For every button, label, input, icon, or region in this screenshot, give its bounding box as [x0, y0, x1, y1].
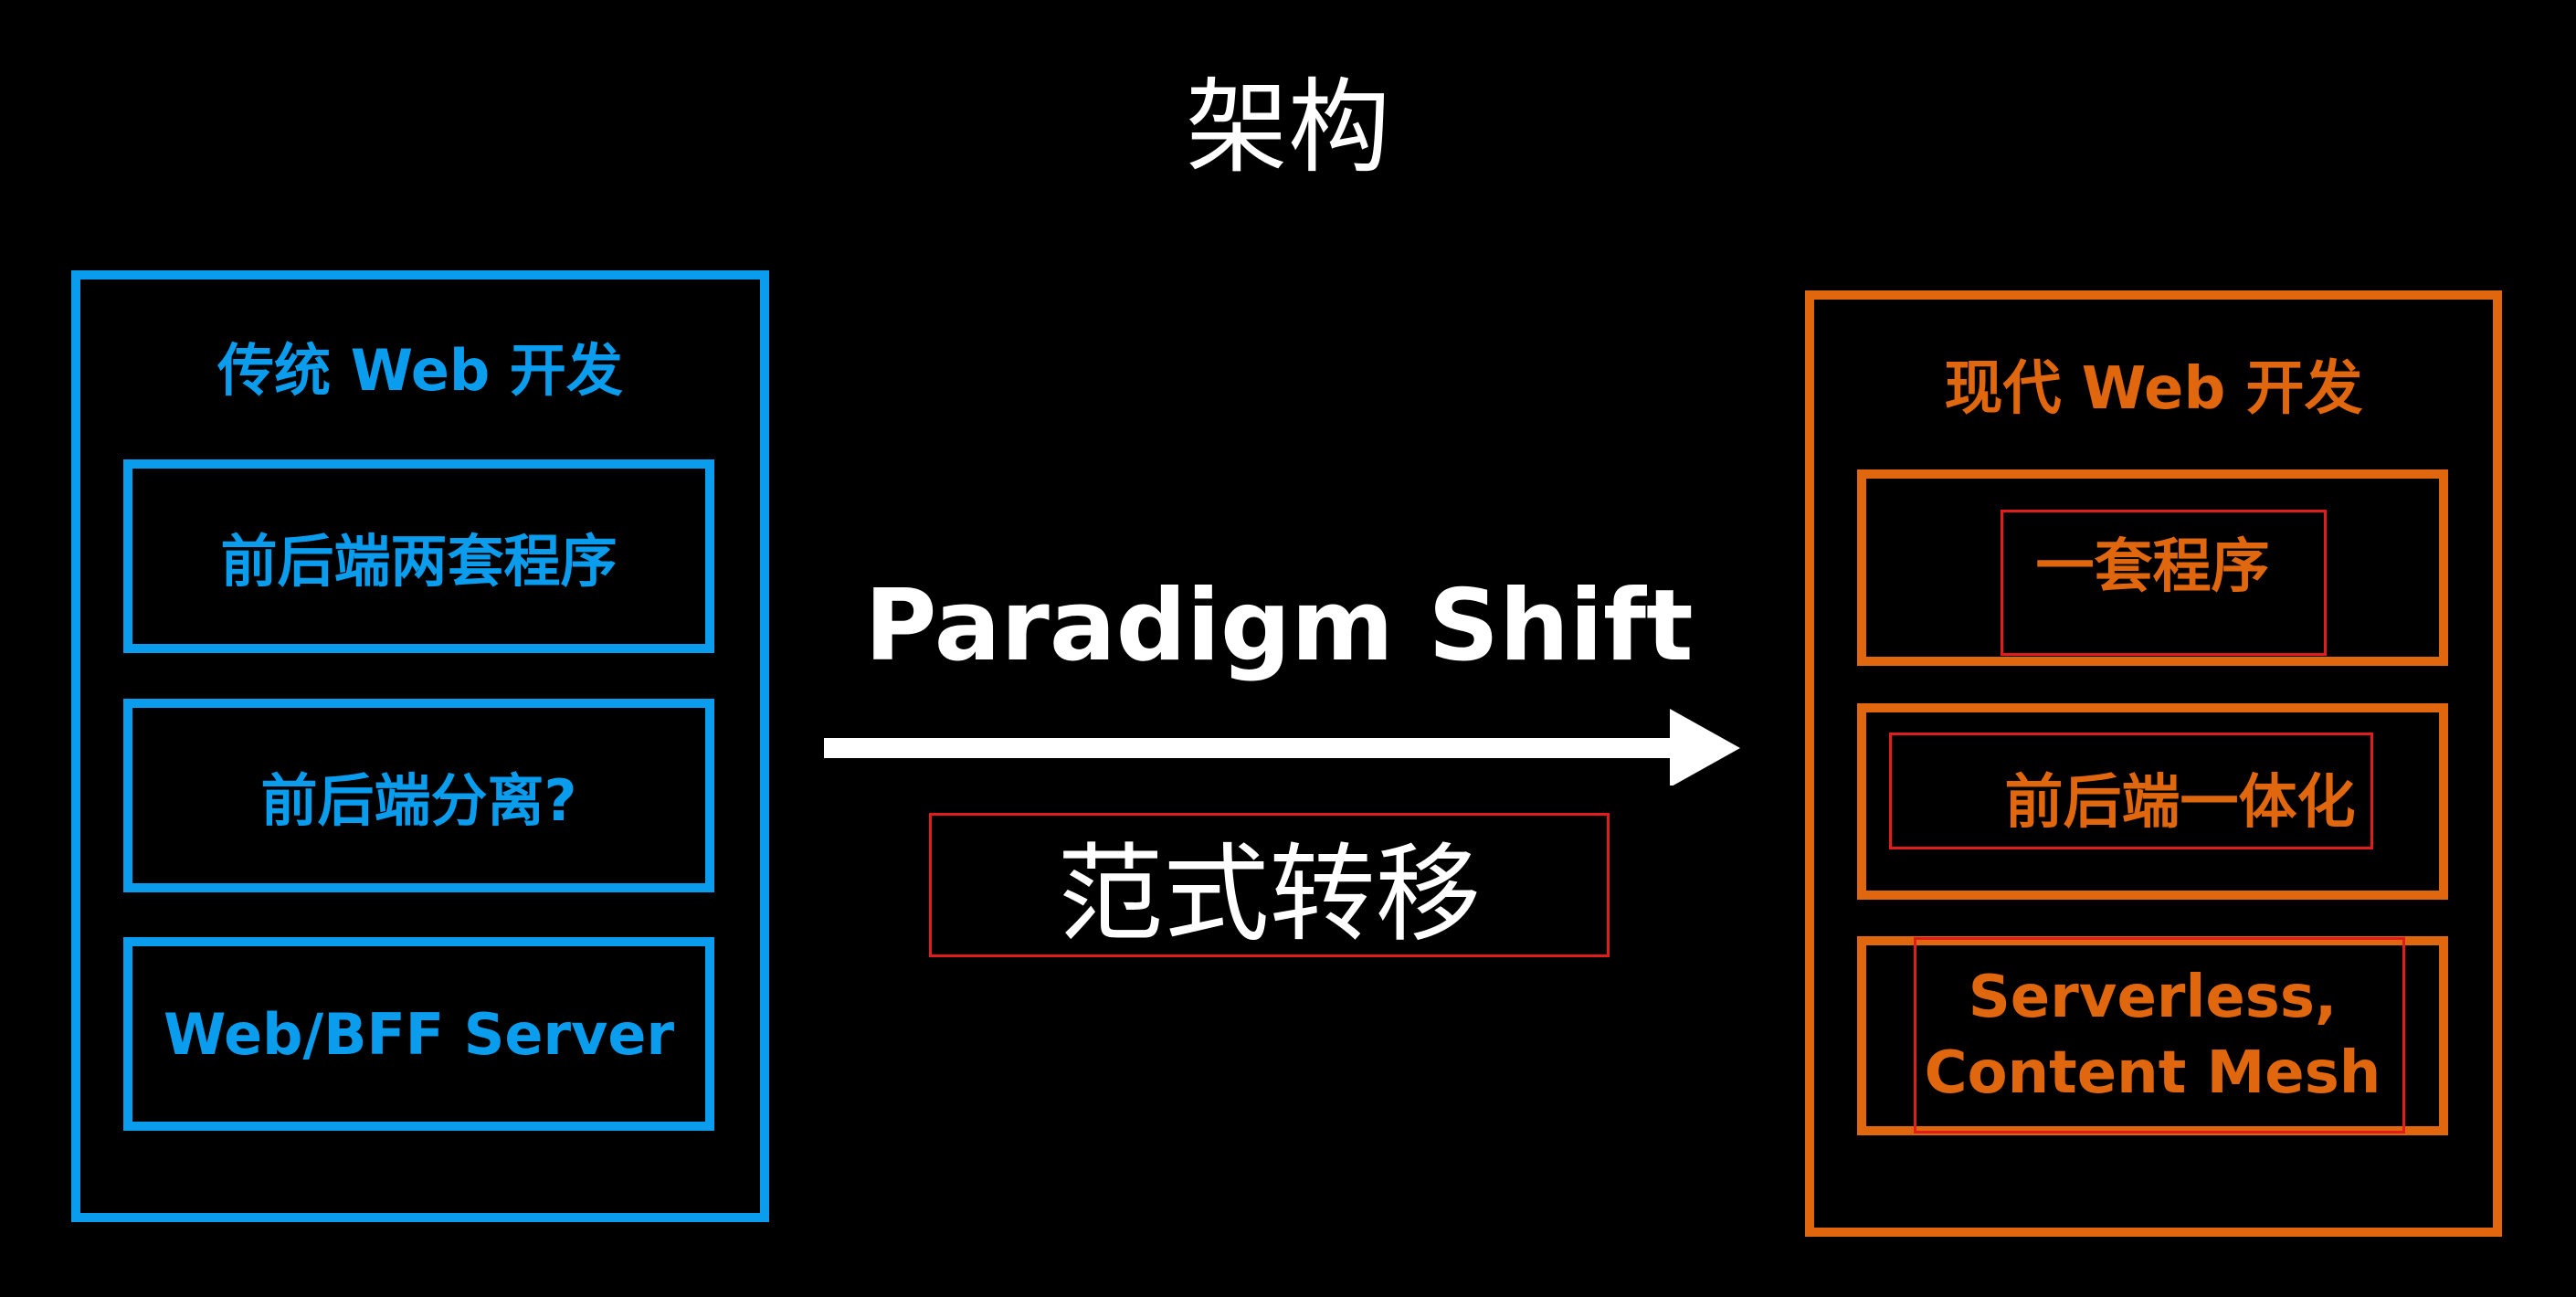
highlight-frame-single-program	[2001, 510, 2327, 656]
traditional-web-title: 传统 Web 开发	[217, 337, 623, 404]
arrow-shaft	[824, 738, 1673, 758]
paradigm-shift-label: Paradigm Shift	[864, 568, 1694, 683]
arrow-head	[1670, 709, 1740, 786]
highlight-frame-serverless	[1914, 937, 2405, 1134]
page-title: 架构	[1186, 69, 1390, 187]
traditional-item-separate-programs: 前后端两套程序	[123, 459, 714, 653]
traditional-item-bff-server: Web/BFF Server	[123, 937, 714, 1131]
right-arrow-icon	[824, 709, 1740, 786]
traditional-item-separation: 前后端分离?	[123, 699, 714, 892]
modern-web-title: 现代 Web 开发	[1944, 355, 2363, 423]
highlight-frame-unified	[1889, 733, 2373, 849]
paradigm-shift-cn-label: 范式转移	[1057, 833, 1482, 956]
